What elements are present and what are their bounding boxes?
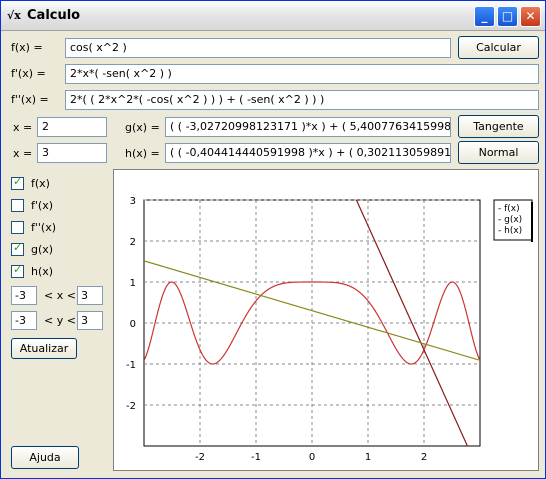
check-f1x-box[interactable] xyxy=(11,199,24,212)
normal-button[interactable]: Normal xyxy=(458,141,539,164)
y-tick-label: -2 xyxy=(126,401,136,412)
ajuda-button-label: Ajuda xyxy=(29,451,61,464)
check-gx-label: g(x) xyxy=(31,243,54,256)
f2x-output[interactable]: 2*( ( 2*x^2*( -cos( x^2 ) ) ) + ( -sen( … xyxy=(65,90,539,110)
f1x-output[interactable]: 2*x*( -sen( x^2 ) ) xyxy=(65,64,539,84)
f1x-label: f'(x) = xyxy=(11,67,46,80)
y-range-label: < y < xyxy=(44,314,76,327)
ymax-input[interactable]: 3 xyxy=(77,311,103,330)
check-fx-label: f(x) xyxy=(31,177,50,190)
fx-label: f(x) = xyxy=(11,41,43,54)
gx-label: g(x) = xyxy=(125,121,160,134)
check-f2x-label: f''(x) xyxy=(31,221,57,234)
check-hx-box[interactable] xyxy=(11,263,24,278)
check-hx-label: h(x) xyxy=(31,265,54,278)
atualizar-button-label: Atualizar xyxy=(19,342,69,355)
y-tick-label: 0 xyxy=(130,319,136,330)
x1-input[interactable]: 2 xyxy=(37,117,107,137)
x2-input[interactable]: 3 xyxy=(37,143,107,163)
calcular-button[interactable]: Calcular xyxy=(458,36,539,59)
x-tick-label: 2 xyxy=(421,452,427,463)
tangente-button[interactable]: Tangente xyxy=(458,115,539,138)
plot-panel: -2 -1 0 1 2 3 2 1 0 -1 -2 - f(x) - g(x) - h(x) xyxy=(113,169,539,471)
title-bar[interactable]: √x Calculo _ □ ✕ xyxy=(1,1,545,31)
check-f2x-box[interactable] xyxy=(11,221,24,234)
x-tick-label: 1 xyxy=(365,452,371,463)
calcular-button-label: Calcular xyxy=(476,41,521,54)
ymin-input[interactable]: -3 xyxy=(11,311,37,330)
ajuda-button[interactable]: Ajuda xyxy=(11,446,79,469)
function-plot: -2 -1 0 1 2 3 2 1 0 -1 -2 - f(x)- g(x)- h(x) xyxy=(126,196,533,463)
legend-entry: - f(x) xyxy=(498,204,520,214)
hx-output[interactable]: ( ( -0,404414440591998 )*x ) + ( 0,30211… xyxy=(165,143,451,163)
maximize-button[interactable]: □ xyxy=(497,6,518,27)
hx-label: h(x) = xyxy=(125,147,160,160)
legend-entry: - h(x) xyxy=(498,226,522,236)
xmax-input[interactable]: 3 xyxy=(77,286,103,305)
sqrt-app-icon: √x xyxy=(7,9,21,22)
gx-output[interactable]: ( ( -3,02720998123171 )*x ) + ( 5,400776… xyxy=(165,117,451,137)
x-tick-label: -2 xyxy=(195,452,205,463)
x1-label: x = xyxy=(13,121,33,134)
app-window: √x Calculo _ □ ✕ f(x) = cos( x^2 ) Calcu… xyxy=(0,0,546,479)
y-tick-label: 1 xyxy=(130,278,136,289)
tangente-button-label: Tangente xyxy=(473,120,524,133)
x-tick-label: -1 xyxy=(251,452,261,463)
check-gx-box[interactable] xyxy=(11,241,24,256)
legend-entry: - g(x) xyxy=(498,215,522,225)
window-title: Calculo xyxy=(27,8,81,23)
check-f1x-label: f'(x) xyxy=(31,199,53,212)
atualizar-button[interactable]: Atualizar xyxy=(11,338,77,359)
xmin-input[interactable]: -3 xyxy=(11,286,37,305)
fx-input[interactable]: cos( x^2 ) xyxy=(65,38,451,58)
y-tick-label: -1 xyxy=(126,360,136,371)
check-fx-box[interactable] xyxy=(11,175,24,190)
close-button[interactable]: ✕ xyxy=(520,6,541,27)
f2x-label: f''(x) = xyxy=(11,93,49,106)
x-tick-label: 0 xyxy=(309,452,315,463)
minimize-button[interactable]: _ xyxy=(474,6,495,27)
y-tick-label: 2 xyxy=(130,237,136,248)
y-tick-label: 3 xyxy=(130,196,136,207)
x2-label: x = xyxy=(13,147,33,160)
x-range-label: < x < xyxy=(44,289,76,302)
normal-button-label: Normal xyxy=(478,146,519,159)
